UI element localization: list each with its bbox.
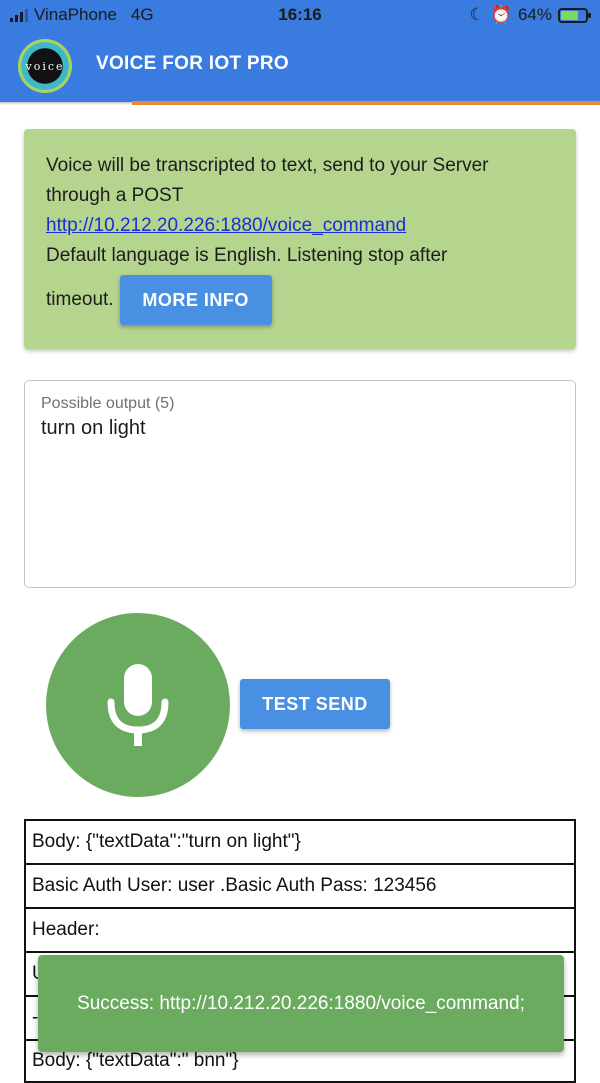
- success-toast: Success: http://10.212.20.226:1880/voice…: [38, 955, 564, 1052]
- output-label: Possible output (5): [41, 395, 175, 412]
- info-text: Voice will be transcripted to text, send…: [46, 155, 489, 206]
- battery-icon: [558, 7, 591, 23]
- status-right: ☾ ⏰ 64%: [469, 5, 591, 25]
- log-row: Basic Auth User: user .Basic Auth Pass: …: [24, 863, 576, 907]
- more-info-button[interactable]: MORE INFO: [119, 275, 272, 325]
- moon-icon: ☾: [469, 5, 485, 24]
- app-bar: [0, 30, 600, 102]
- more-info-row: timeout. MORE INFO: [46, 275, 554, 325]
- battery-fill: [561, 10, 578, 20]
- log-row: Body: {"textData":"turn on light"}: [24, 819, 576, 863]
- output-text-area[interactable]: Possible output (5) turn on light: [24, 380, 576, 588]
- logo-text: voice: [25, 59, 65, 73]
- app-logo: voice: [18, 39, 72, 93]
- status-bar: VinaPhone 4G 16:16 ☾ ⏰ 64%: [0, 0, 600, 30]
- test-send-button[interactable]: TEST SEND: [240, 679, 390, 729]
- app-title: VOICE FOR IOT PRO: [96, 53, 290, 74]
- info-card: Voice will be transcripted to text, send…: [24, 129, 576, 349]
- info-timeout-text: timeout.: [46, 289, 114, 310]
- info-language-text: Default language is English. Listening s…: [46, 245, 448, 266]
- app-bar-shadow: [0, 102, 132, 105]
- server-url-link[interactable]: http://10.212.20.226:1880/voice_command: [46, 215, 406, 236]
- mic-button[interactable]: [46, 613, 230, 797]
- battery-percent: 64%: [517, 5, 552, 24]
- alarm-icon: ⏰: [490, 5, 512, 24]
- output-value: turn on light: [41, 417, 146, 439]
- app-bar-accent-line: [132, 101, 600, 105]
- microphone-icon: [107, 664, 169, 746]
- log-row: Header:: [24, 907, 576, 951]
